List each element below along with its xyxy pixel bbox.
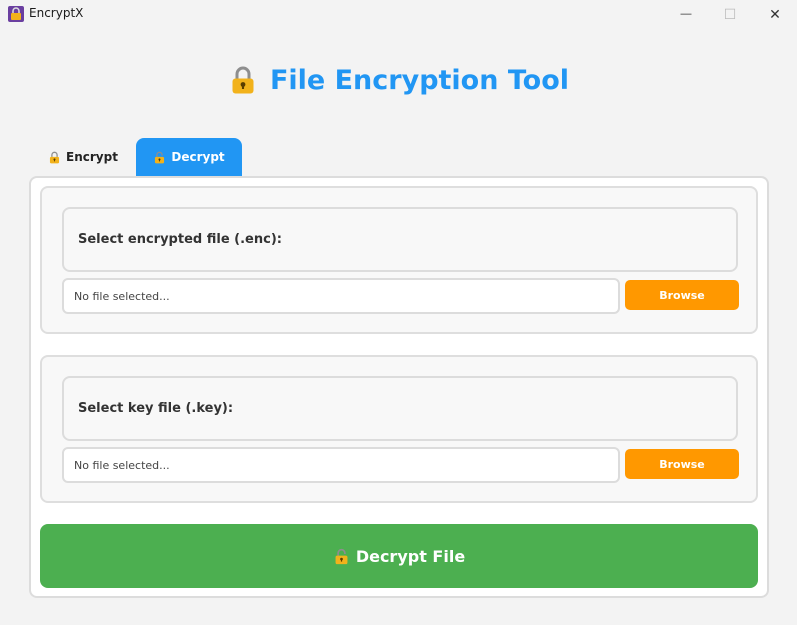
- close-icon: ✕: [769, 5, 781, 22]
- encrypted-file-group: Select encrypted file (.enc): No file se…: [40, 186, 758, 334]
- key-file-group: Select key file (.key): No file selected…: [40, 355, 758, 503]
- decrypt-file-button-label: Decrypt File: [355, 546, 466, 566]
- maximize-button[interactable]: ☐: [707, 0, 753, 28]
- window-title: EncryptX: [29, 6, 84, 20]
- encrypted-file-field[interactable]: No file selected...: [62, 278, 620, 314]
- lock-icon: [48, 151, 61, 164]
- browse-key-button[interactable]: Browse: [625, 449, 739, 479]
- key-file-label: Select key file (.key):: [62, 376, 738, 441]
- tab-encrypt-label: Encrypt: [66, 150, 118, 164]
- page-header: File Encryption Tool: [0, 58, 797, 102]
- minimize-icon: —: [680, 8, 692, 20]
- decrypt-file-button[interactable]: Decrypt File: [40, 524, 758, 588]
- app-icon: [8, 6, 24, 22]
- tab-decrypt-label: Decrypt: [171, 150, 225, 164]
- key-file-field[interactable]: No file selected...: [62, 447, 620, 483]
- page-title: File Encryption Tool: [269, 64, 570, 96]
- unlock-icon: [333, 548, 350, 565]
- browse-encrypted-button[interactable]: Browse: [625, 280, 739, 310]
- tab-decrypt[interactable]: Decrypt: [136, 138, 242, 176]
- close-button[interactable]: ✕: [752, 0, 797, 28]
- title-bar: EncryptX — ☐ ✕: [0, 0, 797, 28]
- unlock-icon: [153, 151, 166, 164]
- tab-encrypt[interactable]: Encrypt: [38, 138, 128, 176]
- lock-icon: [228, 65, 258, 95]
- maximize-icon: ☐: [723, 5, 737, 22]
- minimize-button[interactable]: —: [663, 0, 709, 28]
- encrypted-file-label: Select encrypted file (.enc):: [62, 207, 738, 272]
